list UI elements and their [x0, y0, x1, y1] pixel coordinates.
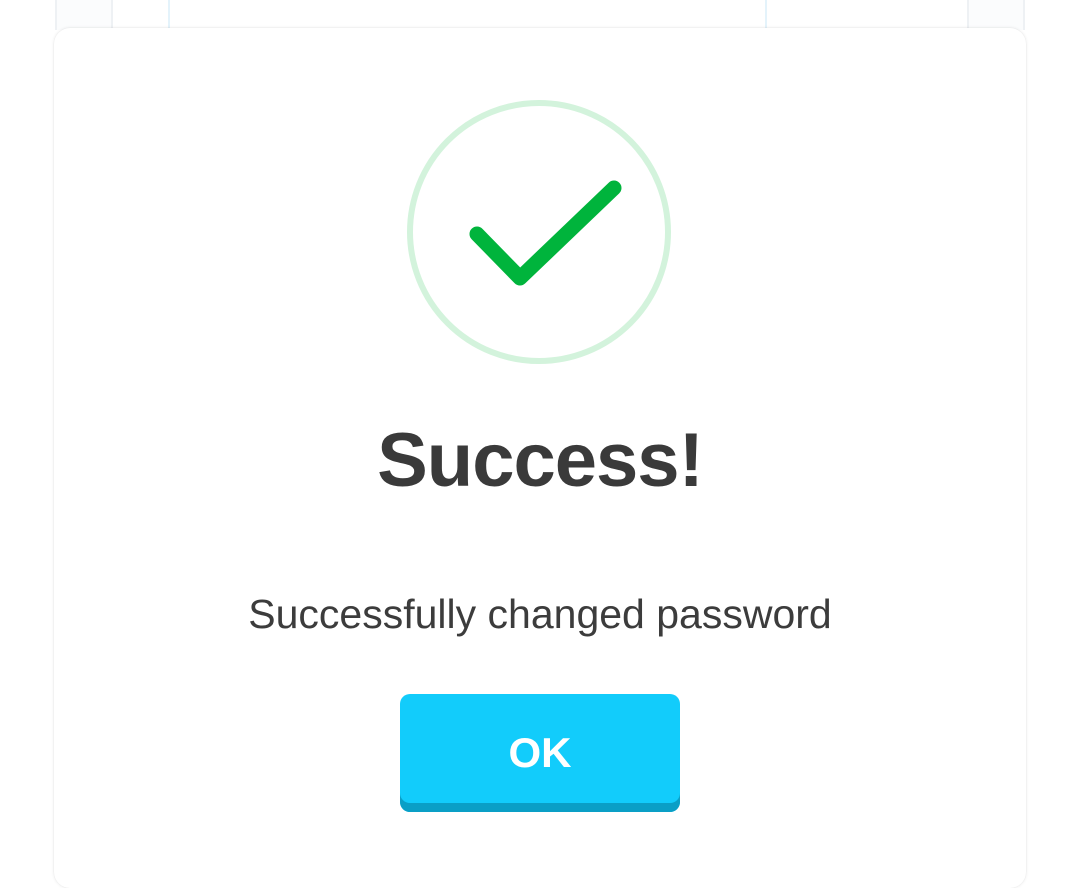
background-table-cell: [968, 0, 1024, 30]
background-divider: [1023, 0, 1025, 30]
background-divider: [967, 0, 969, 30]
background-divider: [111, 0, 113, 30]
background-divider: [168, 0, 170, 30]
ok-button[interactable]: OK: [400, 694, 680, 812]
background-divider: [765, 0, 767, 30]
background-divider: [55, 0, 57, 30]
dialog-title: Success!: [377, 418, 704, 503]
dialog-message: Successfully changed password: [248, 591, 832, 637]
background-table-cell: [56, 0, 112, 30]
success-icon: [405, 98, 673, 366]
checkmark-icon: [407, 100, 671, 364]
